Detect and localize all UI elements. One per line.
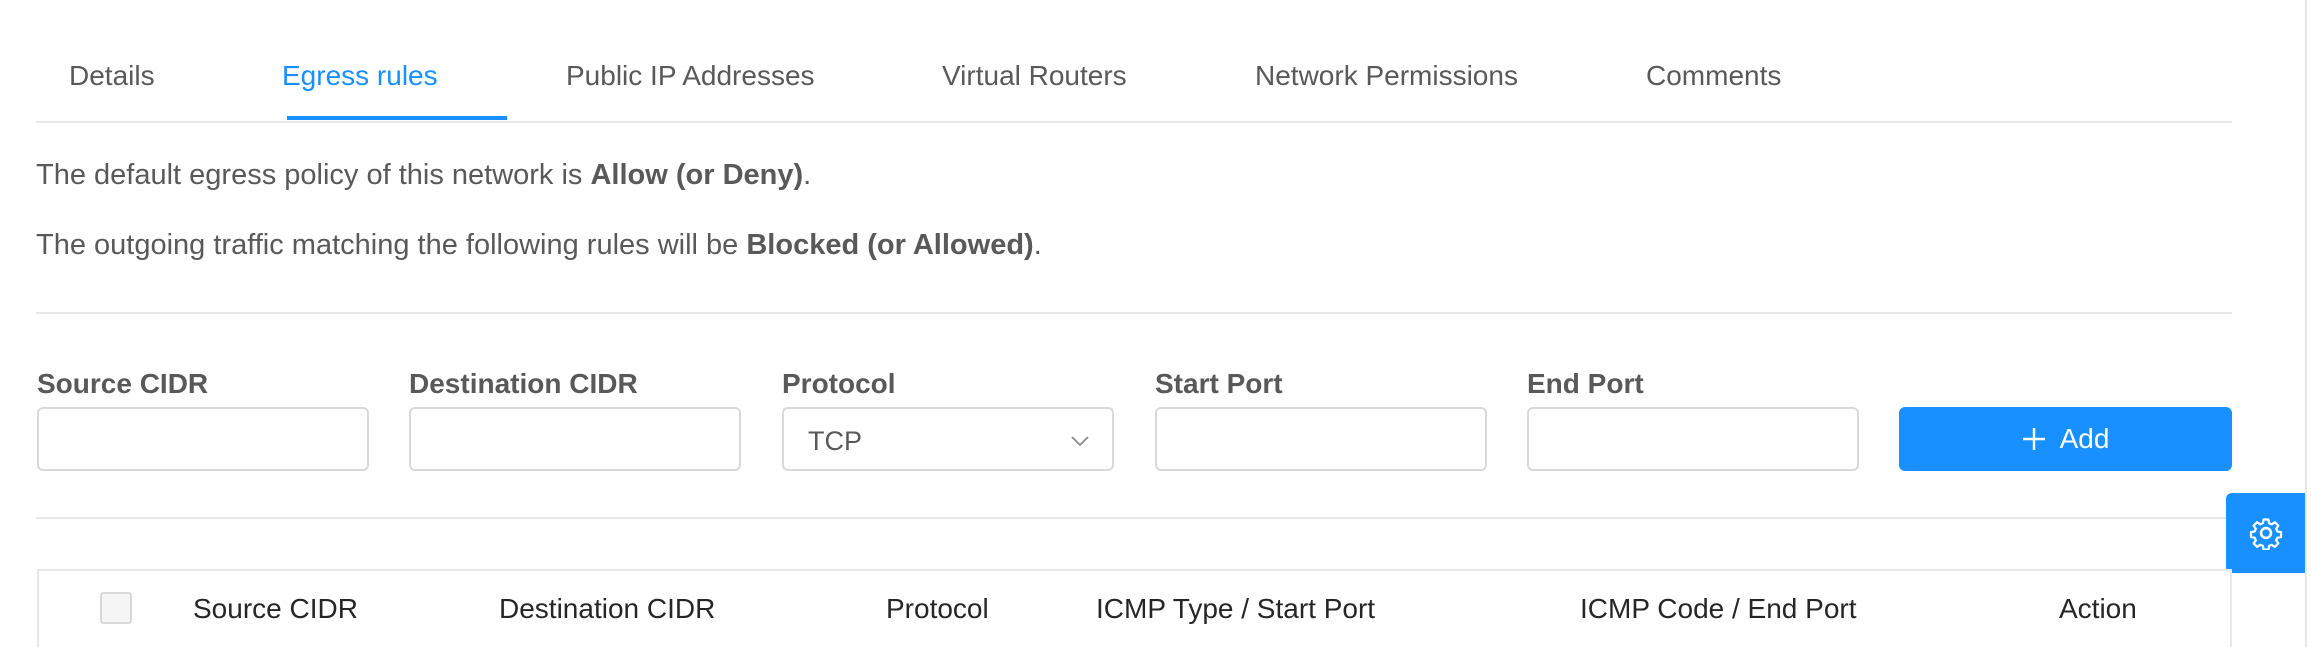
column-header-protocol[interactable]: Protocol [886,593,989,625]
column-header-destination-cidr[interactable]: Destination CIDR [499,593,715,625]
traffic-rule-value: Blocked (or Allowed) [746,229,1034,261]
tab-bar: Details Egress rules Public IP Addresses… [36,0,2232,123]
egress-policy-value: Allow (or Deny) [590,159,804,191]
settings-button[interactable] [2226,493,2306,573]
tab-comments[interactable]: Comments [1646,60,1781,92]
protocol-label: Protocol [782,368,896,399]
scrollbar-edge [2305,0,2307,647]
tab-details[interactable]: Details [69,60,155,92]
tab-egress-rules[interactable]: Egress rules [282,60,438,92]
chevron-down-icon [1071,436,1089,447]
add-button[interactable]: Add [1899,407,2232,471]
egress-policy-suffix: . [803,159,812,191]
tab-virtual-routers[interactable]: Virtual Routers [942,60,1127,92]
start-port-label: Start Port [1155,368,1283,399]
traffic-rule-text: The outgoing traffic matching the follow… [36,229,1042,262]
tab-network-permissions[interactable]: Network Permissions [1255,60,1518,92]
start-port-input[interactable] [1155,407,1487,471]
column-header-source-cidr[interactable]: Source CIDR [193,593,358,625]
divider [36,312,2232,314]
column-header-end-port[interactable]: ICMP Code / End Port [1580,593,1857,625]
divider [36,517,2232,519]
source-cidr-label: Source CIDR [37,368,209,399]
egress-rules-table: Source CIDR Destination CIDR Protocol IC… [37,569,2232,647]
destination-cidr-input[interactable] [409,407,741,471]
source-cidr-input[interactable] [37,407,369,471]
protocol-select[interactable]: TCP [782,407,1114,471]
column-header-start-port[interactable]: ICMP Type / Start Port [1096,593,1375,625]
plus-icon [2022,428,2045,450]
column-header-action: Action [2059,593,2137,624]
tab-public-ip-addresses[interactable]: Public IP Addresses [566,60,815,92]
select-all-checkbox[interactable] [100,592,132,624]
egress-policy-prefix: The default egress policy of this networ… [36,159,591,191]
traffic-rule-suffix: . [1033,229,1042,261]
protocol-selected-value: TCP [808,426,862,456]
end-port-label: End Port [1527,368,1644,399]
egress-policy-text: The default egress policy of this networ… [36,159,811,192]
end-port-input[interactable] [1527,407,1859,471]
destination-cidr-label: Destination CIDR [409,368,638,399]
gear-icon [2249,518,2283,550]
active-tab-indicator [287,116,507,120]
add-button-label: Add [2059,423,2110,454]
traffic-rule-prefix: The outgoing traffic matching the follow… [36,229,747,261]
